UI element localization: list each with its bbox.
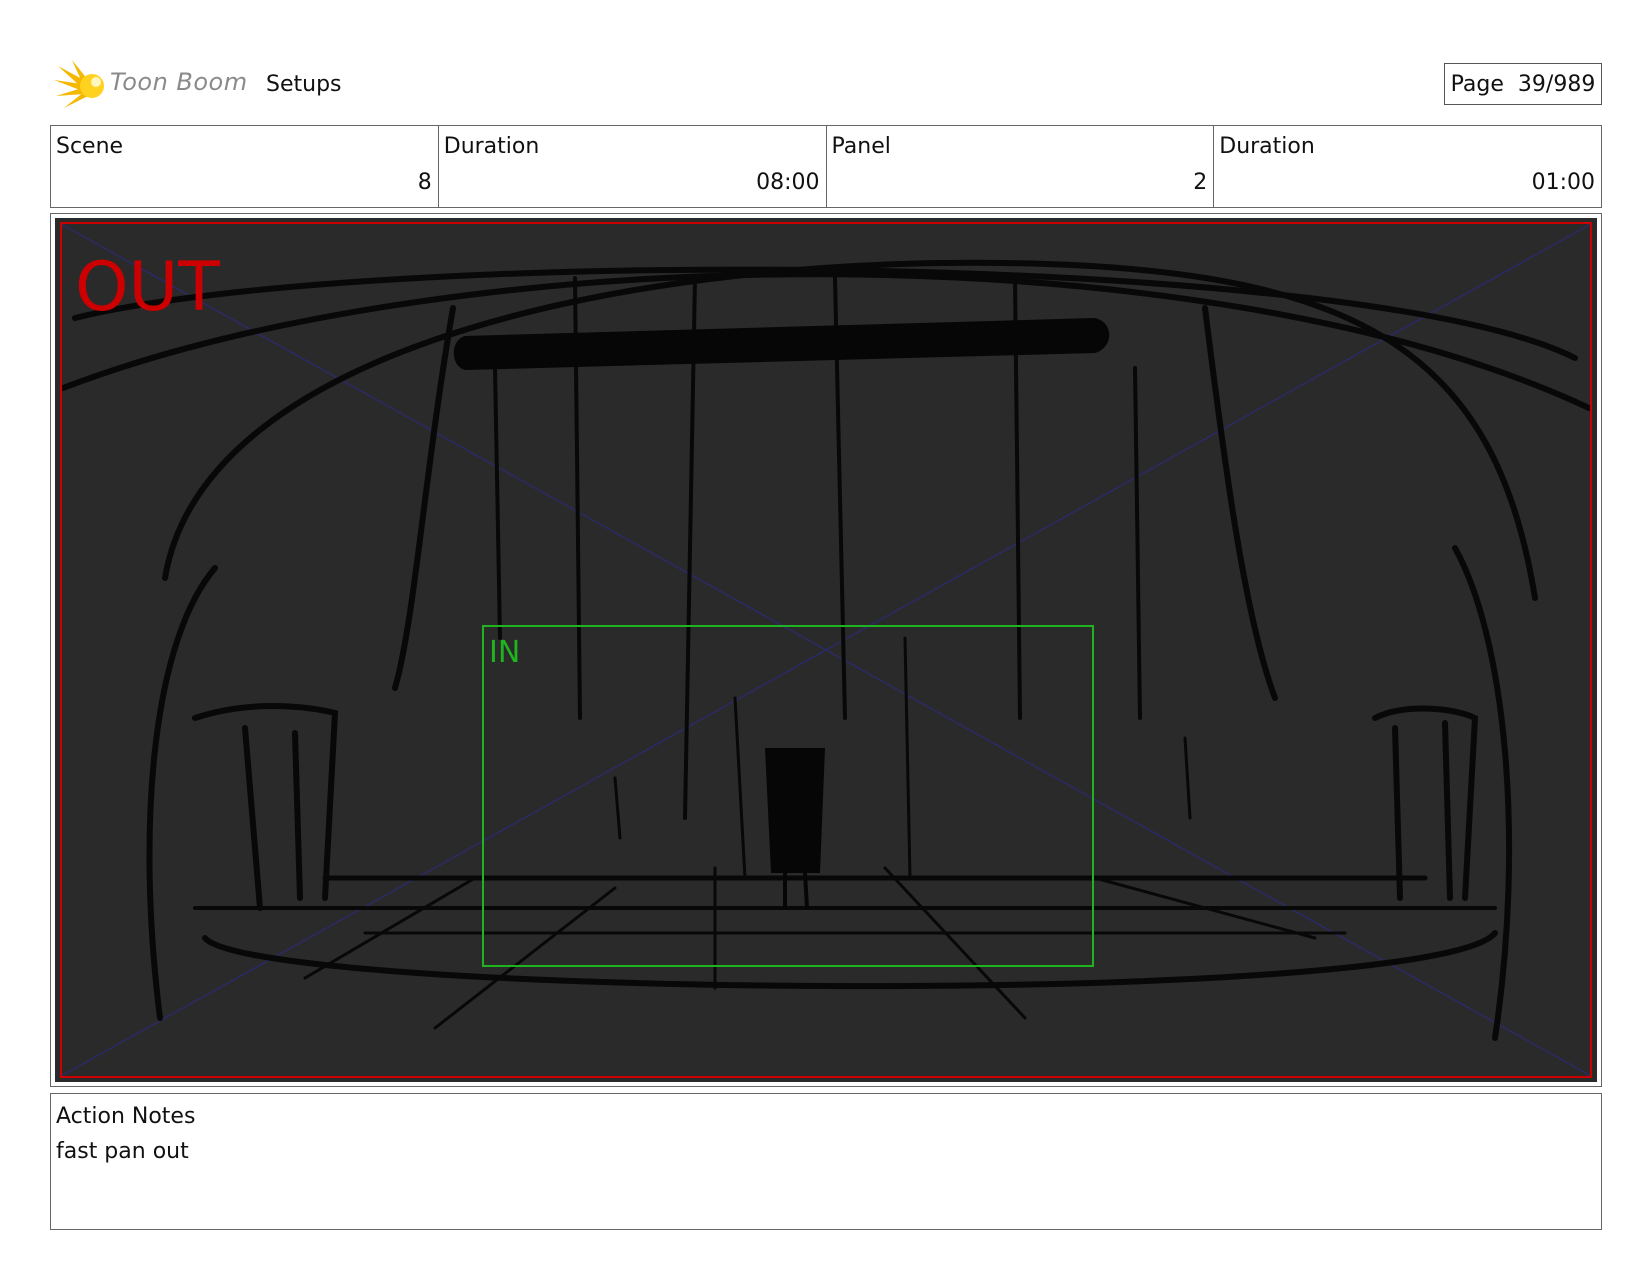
scene-duration-value: 08:00 bbox=[756, 170, 820, 195]
sunburst-icon bbox=[54, 60, 104, 108]
panel-cell: Panel 2 bbox=[827, 126, 1215, 207]
scene-cell: Scene 8 bbox=[51, 126, 439, 207]
figure-silhouette bbox=[765, 748, 825, 873]
panel-value: 2 bbox=[1193, 170, 1208, 195]
action-notes-text: fast pan out bbox=[56, 1139, 189, 1164]
page-number: 39/989 bbox=[1517, 71, 1596, 97]
in-label: IN bbox=[489, 635, 520, 670]
toon-boom-logo: Toon Boom bbox=[54, 58, 264, 112]
logo-wordmark: Toon Boom bbox=[110, 68, 248, 96]
page-label: Page bbox=[1450, 71, 1504, 97]
scene-value: 8 bbox=[417, 170, 432, 195]
panel-frame: OUT IN bbox=[50, 213, 1602, 1087]
panel-duration-label: Duration bbox=[1219, 134, 1315, 159]
scene-label: Scene bbox=[56, 134, 124, 159]
panel-duration-value: 01:00 bbox=[1531, 170, 1595, 195]
action-notes-box: Action Notes fast pan out bbox=[50, 1093, 1602, 1230]
out-label: OUT bbox=[75, 248, 220, 327]
scene-duration-label: Duration bbox=[443, 134, 540, 159]
action-notes-label: Action Notes bbox=[56, 1104, 196, 1129]
panel-duration-cell: Duration 01:00 bbox=[1214, 126, 1601, 207]
page-indicator: Page 39/989 bbox=[1444, 63, 1602, 105]
storyboard-panel-image: OUT IN bbox=[55, 218, 1597, 1082]
scene-info-table: Scene 8 Duration 08:00 Panel 2 Duration … bbox=[50, 125, 1602, 208]
scene-duration-cell: Duration 08:00 bbox=[439, 126, 827, 207]
panel-label: Panel bbox=[831, 134, 891, 159]
project-title: Setups bbox=[266, 72, 342, 97]
